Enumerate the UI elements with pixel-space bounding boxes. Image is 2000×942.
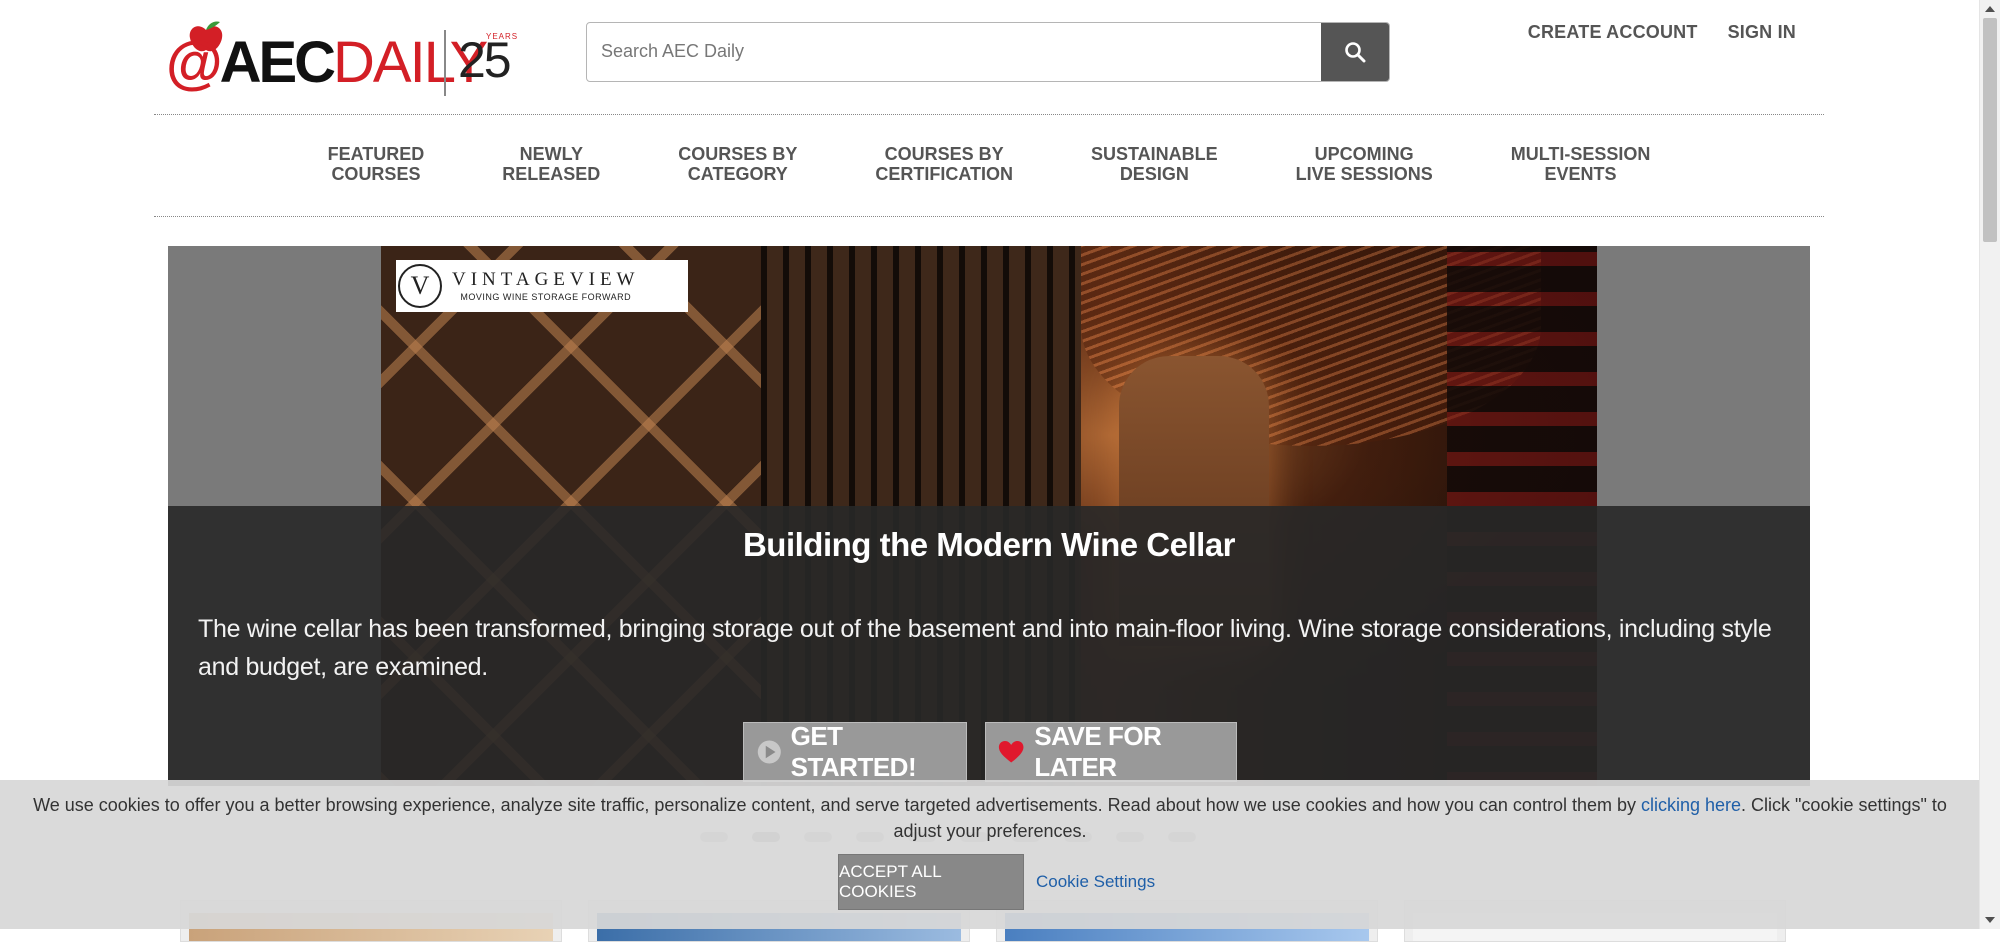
- nav-label-line2: LIVE SESSIONS: [1295, 164, 1433, 184]
- nav-label-line1: UPCOMING: [1314, 144, 1414, 164]
- sponsor-wordmark: VINTAGEVIEW MOVING WINE STORAGE FORWARD: [452, 269, 640, 303]
- nav-label-line2: DESIGN: [1119, 164, 1189, 184]
- nav-label-line2: CATEGORY: [687, 164, 788, 184]
- course-title[interactable]: Building the Modern Wine Cellar: [168, 526, 1810, 564]
- get-started-label: GET STARTED!: [790, 721, 917, 782]
- nav-item-courses-by-certification[interactable]: COURSES BY CERTIFICATION: [875, 140, 1013, 200]
- cookie-settings-link[interactable]: Cookie Settings: [1036, 872, 1155, 892]
- anniversary-years-label: YEARS: [486, 32, 519, 41]
- page-scrollbar[interactable]: [1979, 0, 2000, 929]
- hero-carousel: V VINTAGEVIEW MOVING WINE STORAGE FORWAR…: [168, 246, 1810, 786]
- play-icon: [757, 740, 781, 764]
- search-icon: [1345, 42, 1366, 63]
- nav-item-sustainable-design[interactable]: SUSTAINABLE DESIGN: [1091, 140, 1218, 200]
- sign-in-link[interactable]: SIGN IN: [1728, 20, 1796, 44]
- cookie-consent-banner: We use cookies to offer you a better bro…: [0, 780, 1980, 929]
- scrollbar-thumb[interactable]: [1983, 18, 1997, 242]
- nav-label-line1: NEWLY: [519, 144, 583, 164]
- save-for-later-button[interactable]: SAVE FOR LATER: [985, 721, 1237, 782]
- nav-label-line1: MULTI-SESSION: [1510, 144, 1651, 164]
- nav-item-courses-by-category[interactable]: COURSES BY CATEGORY: [678, 140, 797, 200]
- header-divider-bottom: [154, 216, 1824, 217]
- main-nav: FEATURED COURSES NEWLY RELEASED COURSES …: [154, 140, 1824, 200]
- cookie-message: We use cookies to offer you a better bro…: [30, 792, 1950, 844]
- create-account-link[interactable]: CREATE ACCOUNT: [1528, 20, 1698, 44]
- save-for-later-label: SAVE FOR LATER: [1034, 721, 1162, 782]
- accept-all-cookies-button[interactable]: ACCEPT ALL COOKIES: [838, 854, 1024, 910]
- nav-label-line1: COURSES BY: [678, 144, 798, 164]
- get-started-button[interactable]: GET STARTED!: [743, 721, 967, 782]
- nav-label-line2: COURSES: [331, 164, 421, 184]
- search-bar: [586, 22, 1390, 82]
- scroll-up-arrow-icon[interactable]: [1985, 6, 1995, 12]
- vintageview-v-icon: V: [398, 264, 442, 308]
- logo-wordmark: @AECDAILY: [166, 28, 488, 98]
- scroll-down-arrow-icon[interactable]: [1985, 917, 1995, 923]
- nav-label-line2: RELEASED: [502, 164, 601, 184]
- search-button[interactable]: [1321, 23, 1389, 81]
- cookie-text-before: We use cookies to offer you a better bro…: [33, 795, 1641, 815]
- sponsor-name: VINTAGEVIEW: [452, 269, 640, 290]
- nav-item-upcoming-live-sessions[interactable]: UPCOMING LIVE SESSIONS: [1296, 140, 1433, 200]
- nav-label-line2: EVENTS: [1544, 164, 1617, 184]
- aecdaily-logo[interactable]: @AECDAILY YEARS 25: [166, 20, 524, 96]
- cookie-policy-link[interactable]: clicking here: [1641, 795, 1741, 815]
- logo-aec: AEC: [219, 30, 336, 95]
- anniversary-badge: YEARS 25: [444, 30, 517, 96]
- nav-item-multi-session-events[interactable]: MULTI-SESSION EVENTS: [1511, 140, 1651, 200]
- sponsor-logo: V VINTAGEVIEW MOVING WINE STORAGE FORWAR…: [396, 260, 688, 312]
- nav-item-featured-courses[interactable]: FEATURED COURSES: [328, 140, 425, 200]
- heart-icon: [998, 741, 1024, 763]
- nav-label-line1: FEATURED: [327, 144, 425, 164]
- nav-label-line1: SUSTAINABLE: [1090, 144, 1218, 164]
- course-description: The wine cellar has been transformed, br…: [198, 615, 1772, 681]
- nav-item-newly-released[interactable]: NEWLY RELEASED: [502, 140, 600, 200]
- sponsor-tagline: MOVING WINE STORAGE FORWARD: [460, 292, 632, 302]
- account-links: CREATE ACCOUNT SIGN IN: [1528, 20, 1796, 44]
- search-input[interactable]: [587, 23, 1317, 79]
- nav-label-line2: CERTIFICATION: [875, 164, 1013, 184]
- header-divider-top: [154, 114, 1824, 115]
- logo-at: @: [166, 30, 223, 95]
- nav-label-line1: COURSES BY: [884, 144, 1004, 164]
